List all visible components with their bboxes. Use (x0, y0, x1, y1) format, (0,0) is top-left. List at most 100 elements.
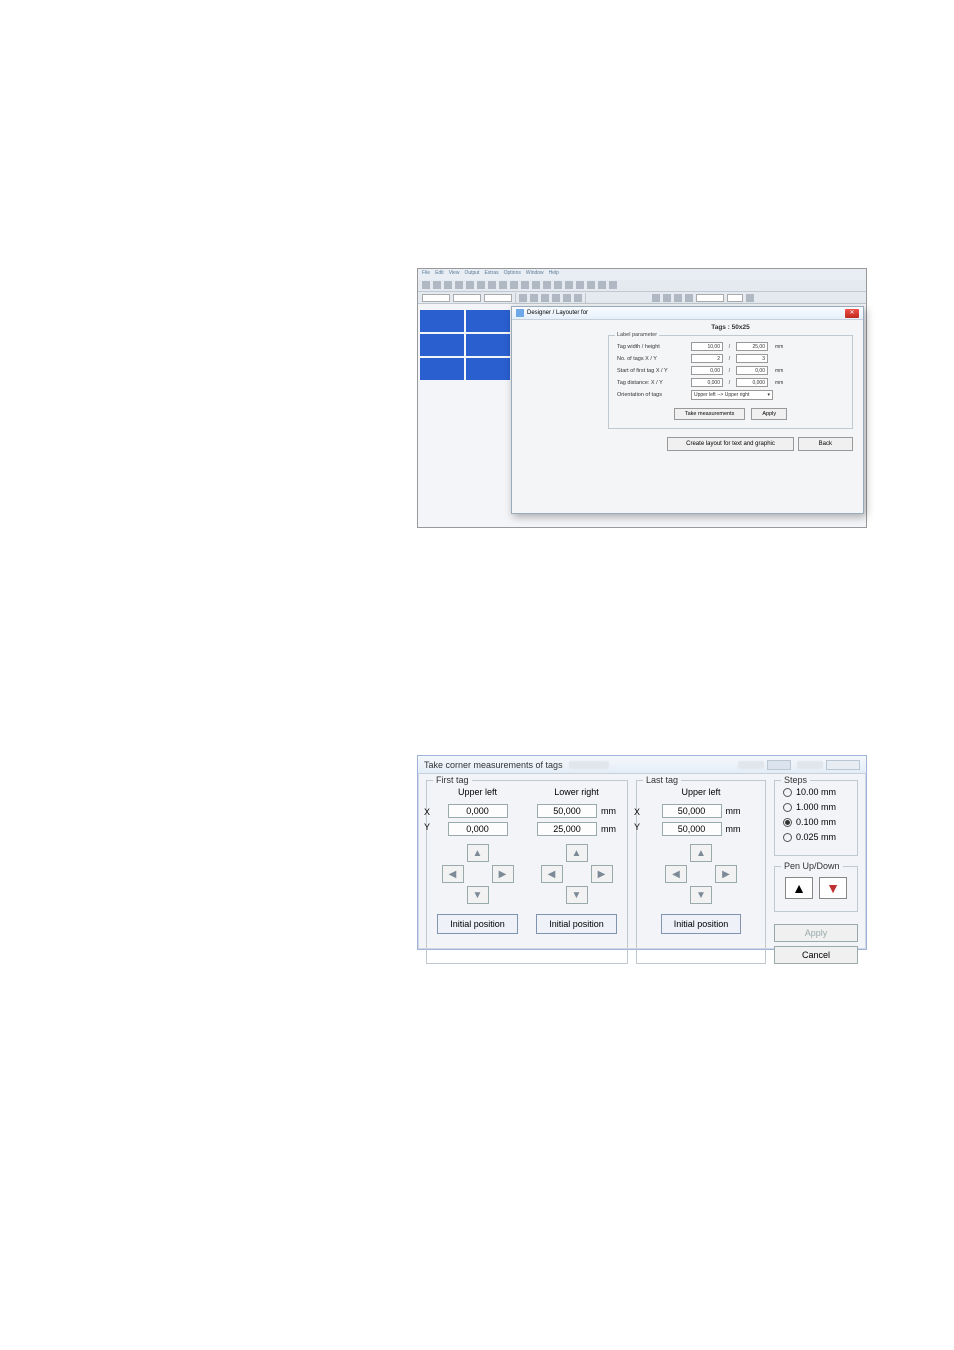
toolbar-icon[interactable] (466, 281, 474, 289)
notags-x-input[interactable]: 2 (691, 354, 723, 363)
dropdown[interactable] (696, 294, 724, 302)
step-radio-1[interactable]: 1.000 mm (783, 802, 849, 812)
initial-position-button[interactable]: Initial position (437, 914, 518, 934)
toolbar-icon[interactable] (519, 294, 527, 302)
title-blur (738, 761, 764, 769)
arrow-right-icon[interactable]: ▶ (715, 865, 737, 883)
last-x-input[interactable]: 50,000 (662, 804, 722, 818)
first-ul-x-input[interactable]: 0,000 (448, 804, 508, 818)
toolbar-icon[interactable] (574, 294, 582, 302)
dist-y-input[interactable]: 0,000 (736, 378, 768, 387)
step-radio-01[interactable]: 0.100 mm (783, 817, 849, 827)
dialog-titlebar: Take corner measurements of tags (418, 756, 866, 774)
menu-extras[interactable]: Extras (484, 270, 498, 279)
tag-width-input[interactable]: 10,00 (691, 342, 723, 351)
menu-edit[interactable]: Edit (435, 270, 444, 279)
layouter-dialog: Designer / Layouter for ✕ Tags : 50x25 L… (511, 306, 864, 514)
toolbar-icon[interactable] (565, 281, 573, 289)
pen-down-button[interactable]: ▼ (819, 877, 847, 899)
toolbar-icon[interactable] (422, 281, 430, 289)
step-radio-10[interactable]: 10.00 mm (783, 787, 849, 797)
toolbar-icon[interactable] (587, 281, 595, 289)
arrow-up-icon[interactable]: ▲ (566, 844, 588, 862)
arrow-down-icon[interactable]: ▼ (566, 886, 588, 904)
arrow-left-icon[interactable]: ◀ (442, 865, 464, 883)
back-button[interactable]: Back (798, 437, 853, 451)
toolbar-icon[interactable] (746, 294, 754, 302)
notags-y-input[interactable]: 3 (736, 354, 768, 363)
tag-cell[interactable] (420, 334, 464, 356)
menu-options[interactable]: Options (504, 270, 521, 279)
dropdown[interactable] (727, 294, 743, 302)
dropdown[interactable] (453, 294, 481, 302)
initial-position-button[interactable]: Initial position (536, 914, 617, 934)
toolbar-icon[interactable] (652, 294, 660, 302)
arrow-left-icon[interactable]: ◀ (541, 865, 563, 883)
toolbar-icon[interactable] (541, 294, 549, 302)
group-legend: Last tag (643, 775, 681, 785)
arrow-right-icon[interactable]: ▶ (591, 865, 613, 883)
arrow-down-icon[interactable]: ▼ (467, 886, 489, 904)
apply-button[interactable]: Apply (774, 924, 858, 942)
app-icon (516, 309, 524, 317)
step-radio-0025[interactable]: 0.025 mm (783, 832, 849, 842)
toolbar-icon[interactable] (521, 281, 529, 289)
dropdown[interactable] (484, 294, 512, 302)
toolbar-icon[interactable] (563, 294, 571, 302)
toolbar-icon[interactable] (455, 281, 463, 289)
toolbar-icon[interactable] (674, 294, 682, 302)
toolbar-icon[interactable] (554, 281, 562, 289)
orient-select[interactable]: Upper left --> Upper right ▾ (691, 390, 773, 400)
create-layout-button[interactable]: Create layout for text and graphic (667, 437, 794, 451)
menu-output[interactable]: Output (464, 270, 479, 279)
toolbar-icon[interactable] (543, 281, 551, 289)
unit: mm (601, 806, 616, 816)
close-icon[interactable] (826, 760, 860, 770)
arrow-left-icon[interactable]: ◀ (665, 865, 687, 883)
toolbar-icon[interactable] (477, 281, 485, 289)
last-y-input[interactable]: 50,000 (662, 822, 722, 836)
unit: mm (775, 380, 783, 386)
toolbar-icon[interactable] (598, 281, 606, 289)
close-icon[interactable]: ✕ (845, 309, 859, 318)
tag-cell[interactable] (466, 310, 510, 332)
tag-cell[interactable] (466, 334, 510, 356)
arrow-up-icon[interactable]: ▲ (467, 844, 489, 862)
toolbar-icon[interactable] (609, 281, 617, 289)
tag-cell[interactable] (420, 310, 464, 332)
menu-view[interactable]: View (449, 270, 460, 279)
dropdown[interactable] (422, 294, 450, 302)
tag-cell[interactable] (420, 358, 464, 380)
menu-window[interactable]: Window (526, 270, 544, 279)
first-lr-x-input[interactable]: 50,000 (537, 804, 597, 818)
cancel-button[interactable]: Cancel (774, 946, 858, 964)
apply-button[interactable]: Apply (751, 408, 787, 420)
first-lr-y-input[interactable]: 25,000 (537, 822, 597, 836)
tag-cell[interactable] (466, 358, 510, 380)
pen-up-button[interactable]: ▲ (785, 877, 813, 899)
toolbar-icon[interactable] (444, 281, 452, 289)
arrow-right-icon[interactable]: ▶ (492, 865, 514, 883)
toolbar-icon[interactable] (532, 281, 540, 289)
toolbar-icon[interactable] (433, 281, 441, 289)
arrow-down-icon[interactable]: ▼ (690, 886, 712, 904)
menu-help[interactable]: Help (549, 270, 559, 279)
take-measurements-button[interactable]: Take measurements (674, 408, 746, 420)
tag-height-input[interactable]: 25,00 (736, 342, 768, 351)
toolbar-icon[interactable] (530, 294, 538, 302)
start-x-input[interactable]: 0,00 (691, 366, 723, 375)
toolbar-icon[interactable] (663, 294, 671, 302)
dist-x-input[interactable]: 0,000 (691, 378, 723, 387)
toolbar-icon[interactable] (499, 281, 507, 289)
minimize-icon[interactable] (767, 760, 791, 770)
toolbar-icon[interactable] (488, 281, 496, 289)
toolbar-icon[interactable] (685, 294, 693, 302)
toolbar-icon[interactable] (552, 294, 560, 302)
toolbar-icon[interactable] (510, 281, 518, 289)
first-ul-y-input[interactable]: 0,000 (448, 822, 508, 836)
start-y-input[interactable]: 0,00 (736, 366, 768, 375)
initial-position-button[interactable]: Initial position (661, 914, 742, 934)
arrow-up-icon[interactable]: ▲ (690, 844, 712, 862)
menu-file[interactable]: File (422, 270, 430, 279)
toolbar-icon[interactable] (576, 281, 584, 289)
